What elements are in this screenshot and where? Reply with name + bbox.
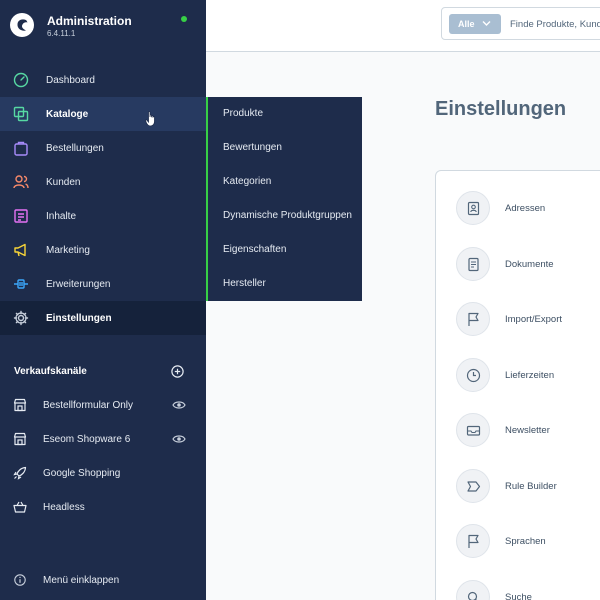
- setting-label: Rule Builder: [505, 481, 557, 492]
- eye-icon[interactable]: [172, 434, 186, 444]
- setting-icon-circle: [456, 358, 490, 392]
- add-sales-channel-icon[interactable]: [171, 365, 184, 378]
- setting-icon-circle: [456, 469, 490, 503]
- sidebar-item-label: Kataloge: [46, 108, 89, 120]
- setting-icon-circle: [456, 247, 490, 281]
- sidebar-item-inhalte[interactable]: Inhalte: [0, 199, 206, 233]
- flyout-item-produkte[interactable]: Produkte: [223, 97, 359, 131]
- flag-icon: [468, 312, 479, 326]
- setting-item-lieferzeiten[interactable]: Lieferzeiten: [456, 358, 600, 392]
- sidebar-item-label: Einstellungen: [46, 312, 112, 324]
- document-icon: [468, 257, 479, 272]
- megaphone-icon: [14, 243, 26, 257]
- setting-label: Sprachen: [505, 536, 546, 547]
- sales-channels-heading: Verkaufskanäle: [14, 366, 87, 377]
- setting-icon-circle: [456, 413, 490, 447]
- settings-card: Adressen Dokumente Import/Export Lieferz…: [435, 170, 600, 600]
- envelope-icon: [466, 425, 481, 436]
- sidebar-item-label: Inhalte: [46, 210, 77, 222]
- search-input[interactable]: [510, 16, 600, 32]
- storefront-icon: [13, 432, 27, 446]
- setting-item-dokumente[interactable]: Dokumente: [456, 247, 600, 281]
- setting-icon-circle: [456, 580, 490, 600]
- search-icon: [467, 591, 478, 600]
- sidebar-item-bestellungen[interactable]: Bestellungen: [0, 131, 206, 165]
- setting-item-adressen[interactable]: Adressen: [456, 191, 600, 225]
- top-bar: Alle: [206, 0, 600, 52]
- setting-label: Adressen: [505, 203, 546, 214]
- flyout-item-eigenschaften[interactable]: Eigenschaften: [223, 233, 359, 267]
- shopping-bag-icon: [14, 141, 28, 156]
- flyout-item-dynamische-produktgruppen[interactable]: Dynamische Produktgruppen: [223, 199, 359, 233]
- setting-icon-circle: [456, 302, 490, 336]
- sidebar-item-label: Marketing: [46, 244, 90, 256]
- basket-icon: [13, 501, 27, 513]
- content-icon: [14, 209, 28, 223]
- catalog-icon: [13, 106, 29, 122]
- app-version: 6.4.11.1: [47, 29, 76, 38]
- users-icon: [13, 175, 29, 189]
- gear-icon: [13, 310, 29, 326]
- sidebar: Administration 6.4.11.1 Dashboard Katalo…: [0, 0, 206, 600]
- shopware-logo-icon[interactable]: [9, 12, 35, 38]
- plug-icon: [14, 279, 28, 289]
- address-book-icon: [467, 201, 480, 216]
- sidebar-item-marketing[interactable]: Marketing: [0, 233, 206, 267]
- eye-icon[interactable]: [172, 400, 186, 410]
- setting-item-import-export[interactable]: Import/Export: [456, 302, 600, 336]
- sales-channel-item[interactable]: Eseom Shopware 6: [0, 423, 206, 457]
- storefront-icon: [13, 398, 27, 412]
- sales-channel-item[interactable]: Bestellformular Only: [0, 389, 206, 423]
- sidebar-item-kunden[interactable]: Kunden: [0, 165, 206, 199]
- setting-label: Import/Export: [505, 314, 563, 325]
- sidebar-item-kataloge[interactable]: Kataloge: [0, 97, 206, 131]
- sidebar-item-label: Dashboard: [46, 74, 95, 86]
- setting-icon-circle: [456, 524, 490, 558]
- catalog-flyout-menu: Produkte Bewertungen Kategorien Dynamisc…: [206, 97, 362, 301]
- sales-channel-label: Eseom Shopware 6: [43, 434, 131, 445]
- search-type-select[interactable]: Alle: [449, 14, 501, 34]
- sidebar-item-label: Kunden: [46, 176, 81, 188]
- clock-icon: [466, 368, 481, 383]
- app-title: Administration: [47, 14, 132, 28]
- flyout-item-bewertungen[interactable]: Bewertungen: [223, 131, 359, 165]
- sales-channel-label: Bestellformular Only: [43, 400, 134, 411]
- search-type-label: Alle: [458, 19, 475, 29]
- sales-channel-label: Headless: [43, 502, 85, 513]
- sidebar-item-dashboard[interactable]: Dashboard: [0, 63, 206, 97]
- setting-item-sprachen[interactable]: Sprachen: [456, 524, 600, 558]
- rocket-icon: [13, 466, 27, 480]
- setting-label: Newsletter: [505, 425, 550, 436]
- flyout-item-hersteller[interactable]: Hersteller: [223, 267, 359, 301]
- flyout-item-kategorien[interactable]: Kategorien: [223, 165, 359, 199]
- setting-label: Suche: [505, 592, 532, 600]
- sales-channel-label: Google Shopping: [43, 468, 121, 479]
- flag-icon: [468, 534, 479, 548]
- tag-icon: [467, 481, 481, 492]
- sidebar-item-erweiterungen[interactable]: Erweiterungen: [0, 267, 206, 301]
- setting-item-suche[interactable]: Suche: [456, 580, 600, 600]
- setting-label: Lieferzeiten: [505, 370, 555, 381]
- sales-channel-item[interactable]: Headless: [0, 491, 206, 525]
- mouse-cursor-icon: [145, 111, 155, 127]
- page-title: Einstellungen: [435, 98, 567, 120]
- chevron-down-icon: [482, 21, 491, 26]
- sidebar-item-einstellungen[interactable]: Einstellungen: [0, 301, 206, 335]
- collapse-menu-label: Menü einklappen: [43, 575, 120, 586]
- status-indicator: [181, 16, 187, 22]
- setting-label: Dokumente: [505, 259, 554, 270]
- info-icon: [14, 574, 26, 586]
- setting-item-rule-builder[interactable]: Rule Builder: [456, 469, 600, 503]
- sales-channel-item[interactable]: Google Shopping: [0, 457, 206, 491]
- sidebar-item-label: Bestellungen: [46, 142, 104, 154]
- gauge-icon: [13, 72, 29, 88]
- setting-item-newsletter[interactable]: Newsletter: [456, 413, 600, 447]
- sidebar-item-label: Erweiterungen: [46, 278, 111, 290]
- setting-icon-circle: [456, 191, 490, 225]
- collapse-menu-button[interactable]: Menü einklappen: [0, 570, 206, 590]
- brand-header: Administration 6.4.11.1: [0, 0, 206, 52]
- global-search: Alle: [441, 7, 600, 40]
